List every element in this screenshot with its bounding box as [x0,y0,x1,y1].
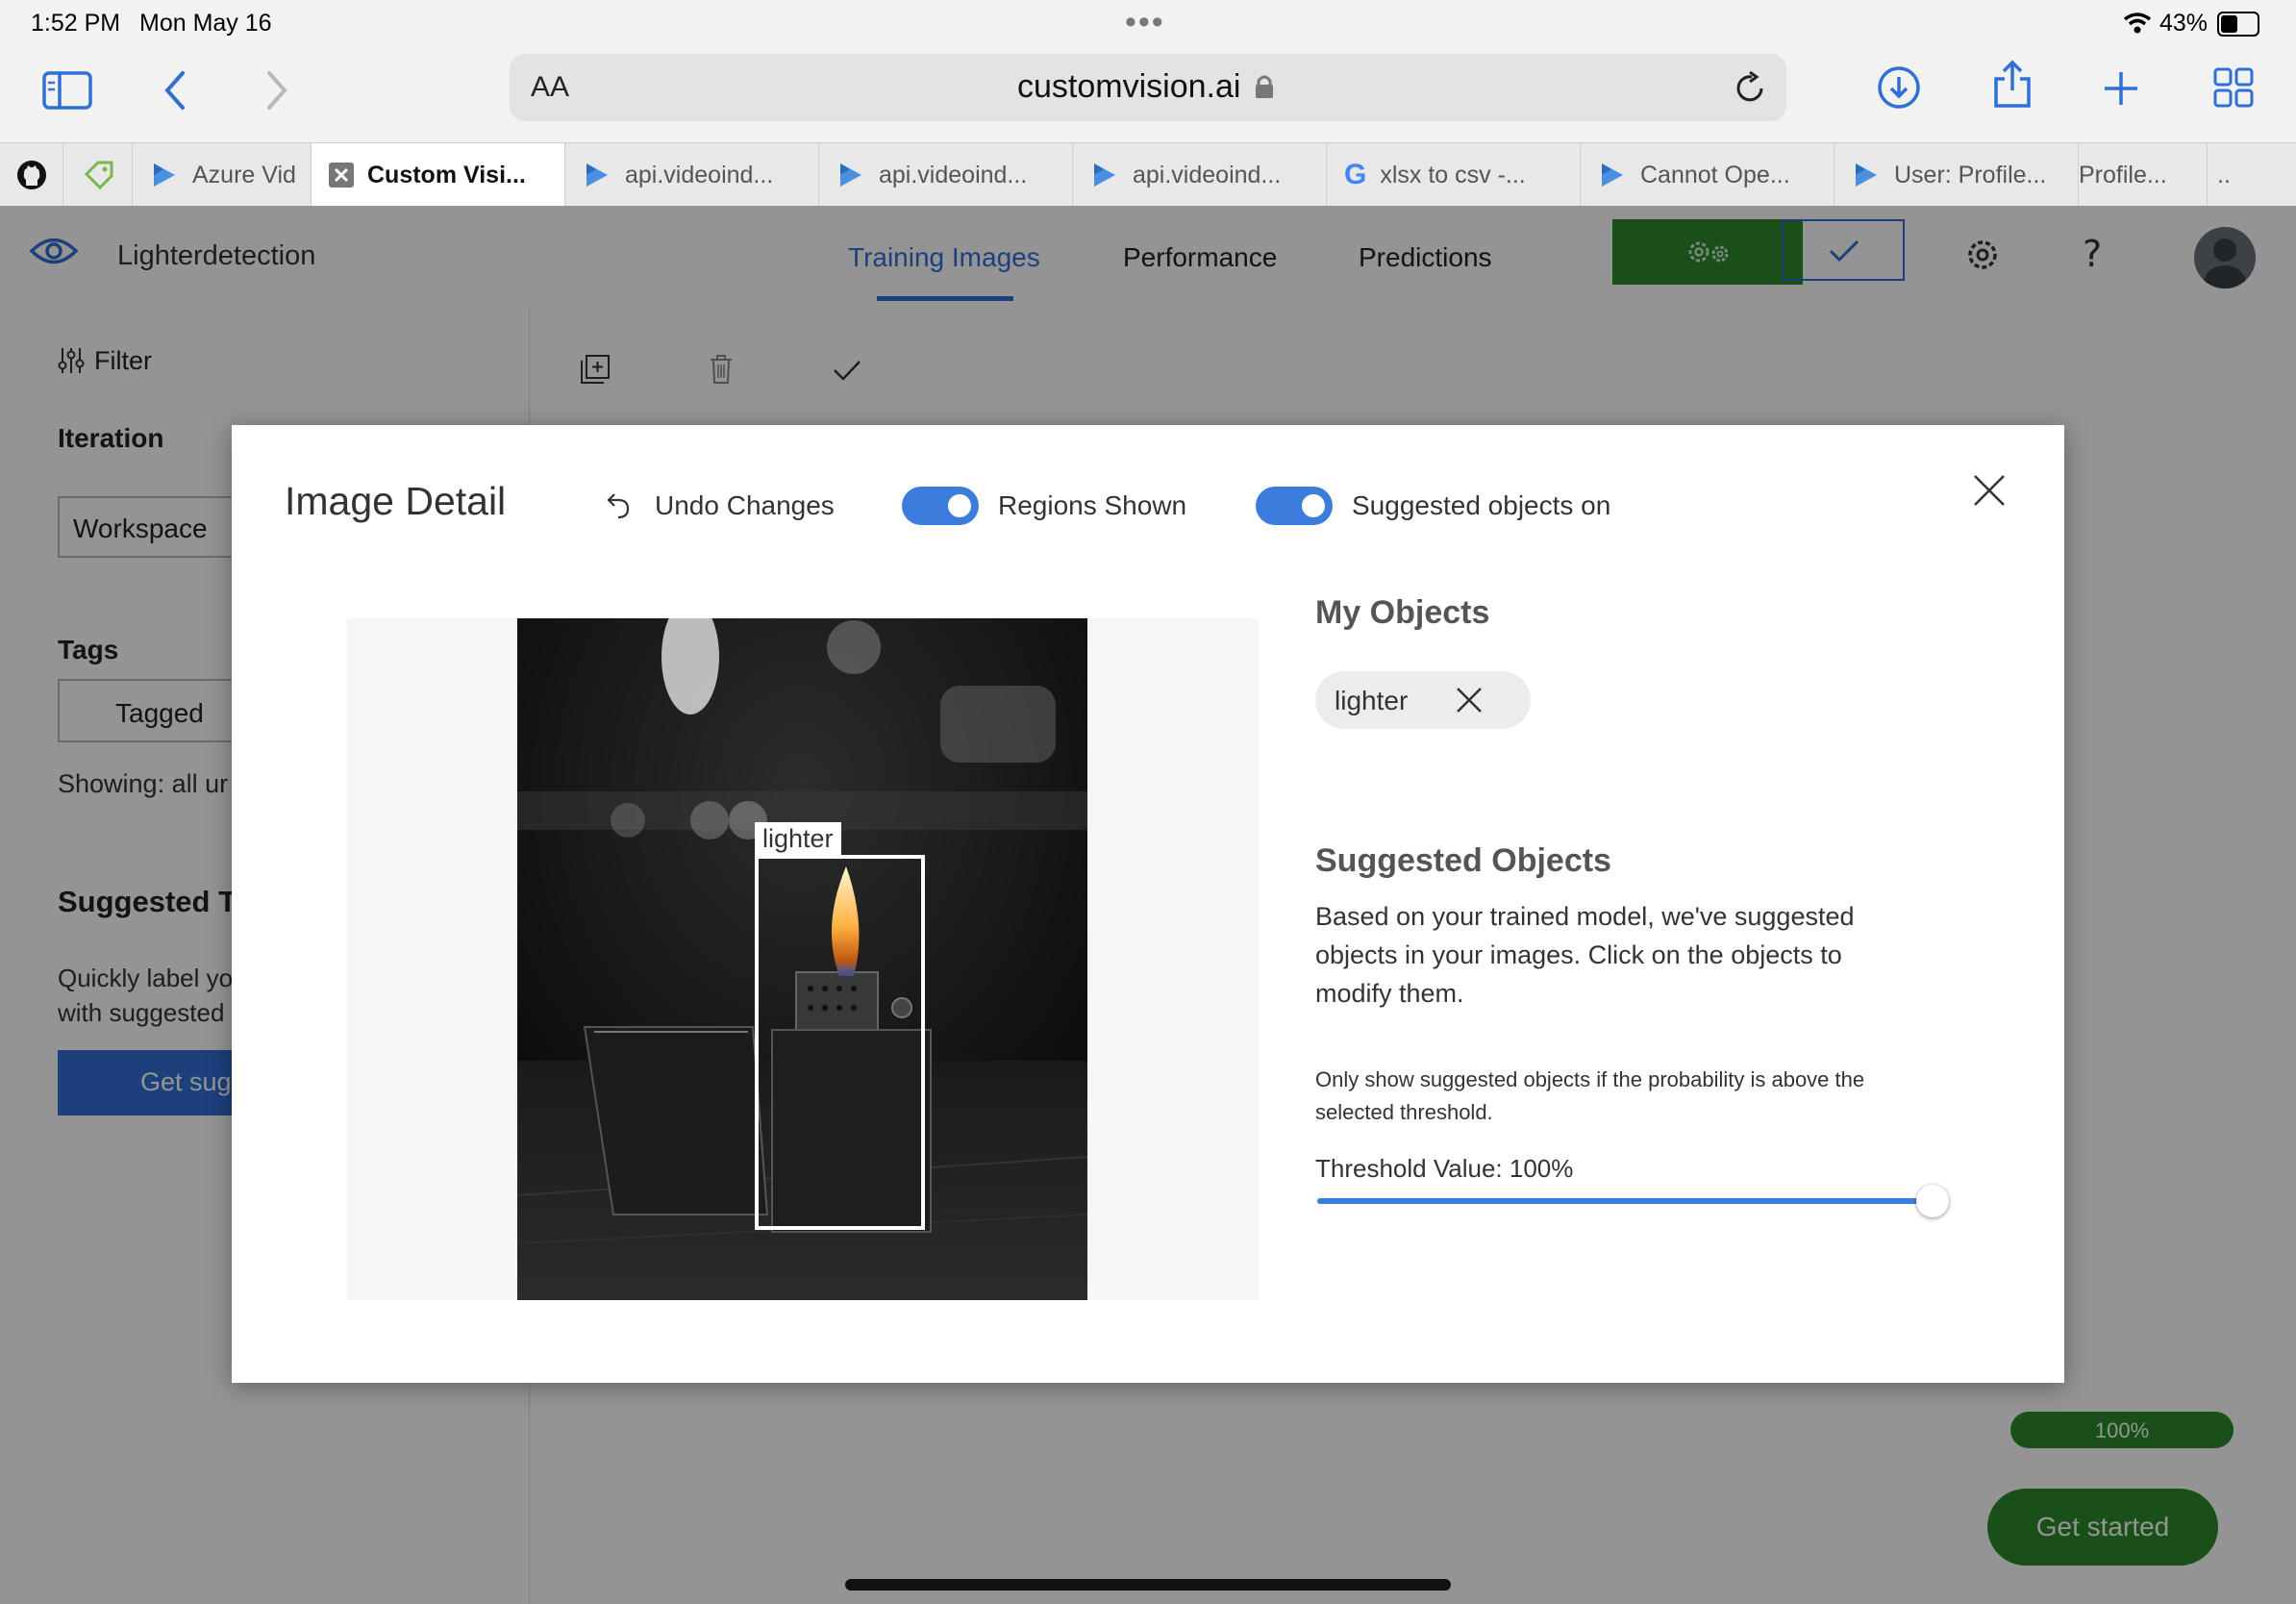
pinned-tab-github[interactable] [0,143,63,207]
reload-icon[interactable] [1733,71,1767,106]
tab-3[interactable]: api.videoind... [565,143,819,207]
undo-icon[interactable] [605,490,634,521]
object-chip-label: lighter [1335,686,1409,715]
tab-overview-icon[interactable] [2213,67,2254,108]
tab-label: api.videoind... [879,161,1028,188]
video-indexer-icon [840,163,861,187]
undo-changes-button[interactable]: Undo Changes [655,490,835,521]
tab-5[interactable]: api.videoind... [1073,143,1327,207]
image-canvas[interactable]: lighter [347,618,1259,1300]
share-icon[interactable] [1992,60,2033,110]
google-icon: G [1344,159,1367,190]
tab-label: User: Profile... [1894,161,2047,188]
suggested-desc-line-3: modify them. [1315,979,1464,1008]
status-time: 1:52 PM [31,10,121,37]
tab-1[interactable]: Azure Vid [133,143,312,207]
object-chip[interactable]: lighter [1315,671,1531,729]
tag-icon [84,161,113,190]
threshold-note-line-1: Only show suggested objects if the proba… [1315,1067,1865,1091]
tab-7[interactable]: Cannot Ope... [1581,143,1834,207]
tab-9[interactable]: Profile... [2079,143,2208,207]
region-bounding-box[interactable] [755,855,925,1230]
download-icon[interactable] [1877,65,1921,110]
tab-bar: Azure Vid Custom Visi... api.videoind...… [0,142,2296,208]
close-icon[interactable] [1972,473,2007,508]
tab-10[interactable]: .. [2208,143,2296,207]
tab-label: .. [2217,161,2231,188]
video-indexer-icon [1094,163,1115,187]
browser-toolbar: AA customvision.ai [0,46,2296,142]
video-indexer-icon [1602,163,1623,187]
region-tag-text: lighter [762,824,834,853]
regions-shown-toggle[interactable] [902,487,979,525]
video-indexer-icon [1856,163,1877,187]
status-date: Mon May 16 [139,10,272,37]
forward-icon[interactable] [263,69,290,112]
regions-shown-label: Regions Shown [998,490,1187,520]
tab-label: api.videoind... [625,161,774,188]
tab-4[interactable]: api.videoind... [819,143,1073,207]
suggested-desc-line-2: objects in your images. Click on the obj… [1315,940,1842,969]
tab-6[interactable]: G xlsx to csv -... [1327,143,1581,207]
text-size-button[interactable]: AA [531,71,569,104]
status-bar: 1:52 PM Mon May 16 ••• 43% [0,0,2296,46]
tab-label: Profile... [2079,161,2167,188]
pinned-tab-tag[interactable] [63,143,133,207]
battery-percent: 43% [2159,10,2209,37]
threshold-label: Threshold Value: 100% [1315,1154,1574,1183]
address-bar[interactable]: AA customvision.ai [510,54,1786,121]
lock-icon [1256,75,1273,98]
tab-8[interactable]: User: Profile... [1834,143,2079,207]
sidebar-toggle-icon[interactable] [42,71,92,110]
tab-label: Azure Vid [192,161,296,188]
video-indexer-icon [586,163,608,187]
lighter-photo: lighter [517,618,1087,1300]
tab-2-active[interactable]: Custom Visi... [312,143,565,207]
image-detail-modal: Image Detail Undo Changes Regions Shown … [232,425,2064,1383]
home-indicator[interactable] [845,1579,1451,1591]
suggested-objects-heading: Suggested Objects [1315,842,1611,879]
new-tab-icon[interactable] [2102,69,2140,108]
tab-label: xlsx to csv -... [1380,161,1526,188]
video-indexer-icon [154,163,175,187]
github-icon [17,161,46,189]
tab-label: api.videoind... [1133,161,1282,188]
threshold-slider-fill [1317,1198,1933,1204]
window-dots-icon[interactable]: ••• [1125,4,1165,41]
close-tab-icon[interactable] [329,163,354,188]
threshold-slider[interactable] [1317,1185,1949,1217]
suggested-desc-line-1: Based on your trained model, we've sugge… [1315,902,1855,931]
region-tag-label[interactable]: lighter [755,822,841,856]
wifi-icon [2123,13,2152,34]
threshold-slider-thumb[interactable] [1916,1185,1949,1217]
back-icon[interactable] [162,69,188,112]
url-text[interactable]: customvision.ai [1017,68,1240,106]
my-objects-heading: My Objects [1315,594,1490,631]
tab-label: Cannot Ope... [1640,161,1790,188]
suggested-objects-toggle-label: Suggested objects on [1352,490,1611,520]
tab-label: Custom Visi... [367,161,526,188]
threshold-note-line-2: selected threshold. [1315,1100,1493,1124]
battery-icon [2217,12,2259,37]
remove-object-icon[interactable] [1455,686,1484,714]
suggested-objects-toggle[interactable] [1256,487,1333,525]
modal-title: Image Detail [285,479,507,523]
